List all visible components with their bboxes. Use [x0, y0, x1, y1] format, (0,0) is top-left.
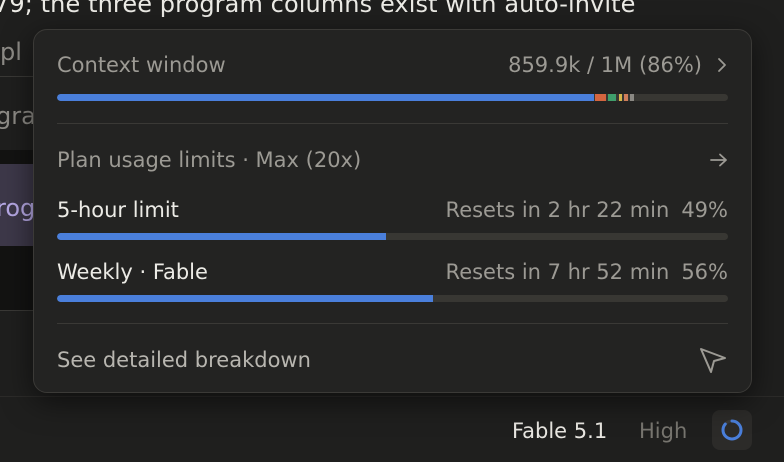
chat-fragment-2: gra [0, 102, 36, 130]
chat-fragment-3: rog [0, 194, 36, 222]
usage-popover: Context window 859.9k / 1M (86%) Plan us… [33, 29, 752, 393]
plan-usage-row[interactable]: Plan usage limits · Max (20x) [57, 145, 728, 175]
limit-bar-5-hour [57, 233, 728, 240]
section-divider [57, 123, 728, 124]
context-window-bar [57, 94, 728, 101]
limit-reset: Resets in 7 hr 52 min [445, 260, 670, 284]
context-segment [624, 94, 628, 101]
arrow-right-icon[interactable] [710, 153, 728, 167]
model-selector[interactable]: Fable 5.1 [512, 419, 607, 443]
limit-fill [57, 233, 386, 240]
detailed-breakdown-row[interactable]: See detailed breakdown [57, 344, 728, 376]
cursor-pointer-icon [698, 345, 728, 375]
context-window-label: Context window [57, 53, 226, 77]
context-segment [608, 94, 617, 101]
detailed-breakdown-link[interactable]: See detailed breakdown [57, 348, 311, 372]
limit-fill [57, 295, 433, 302]
plan-usage-label: Plan usage limits · Max (20x) [57, 148, 362, 172]
limit-reset: Resets in 2 hr 22 min [445, 198, 670, 222]
limit-label: Weekly · Fable [57, 260, 208, 284]
limit-label: 5-hour limit [57, 198, 179, 222]
progress-ring-icon [721, 419, 743, 441]
usage-ring-button[interactable] [712, 410, 752, 450]
limit-bar-weekly [57, 295, 728, 302]
app-page: 79; the three program columns exist with… [0, 0, 784, 462]
limit-percent: 56% [681, 260, 728, 284]
chevron-right-icon[interactable] [716, 57, 728, 73]
section-divider [57, 323, 728, 324]
effort-selector[interactable]: High [639, 419, 687, 443]
context-window-value: 859.9k / 1M (86%) [508, 53, 702, 77]
chat-fragment-1: pl [0, 38, 22, 66]
chat-message-fragment: 79; the three program columns exist with… [0, 0, 636, 18]
context-segment [630, 94, 635, 101]
limit-percent: 49% [681, 198, 728, 222]
context-segment [595, 94, 606, 101]
context-segment [618, 94, 622, 101]
limit-row-weekly: Weekly · Fable Resets in 7 hr 52 min 56% [57, 257, 728, 287]
limit-row-5-hour: 5-hour limit Resets in 2 hr 22 min 49% [57, 195, 728, 225]
context-window-fill [57, 94, 594, 101]
context-window-row[interactable]: Context window 859.9k / 1M (86%) [57, 50, 728, 80]
